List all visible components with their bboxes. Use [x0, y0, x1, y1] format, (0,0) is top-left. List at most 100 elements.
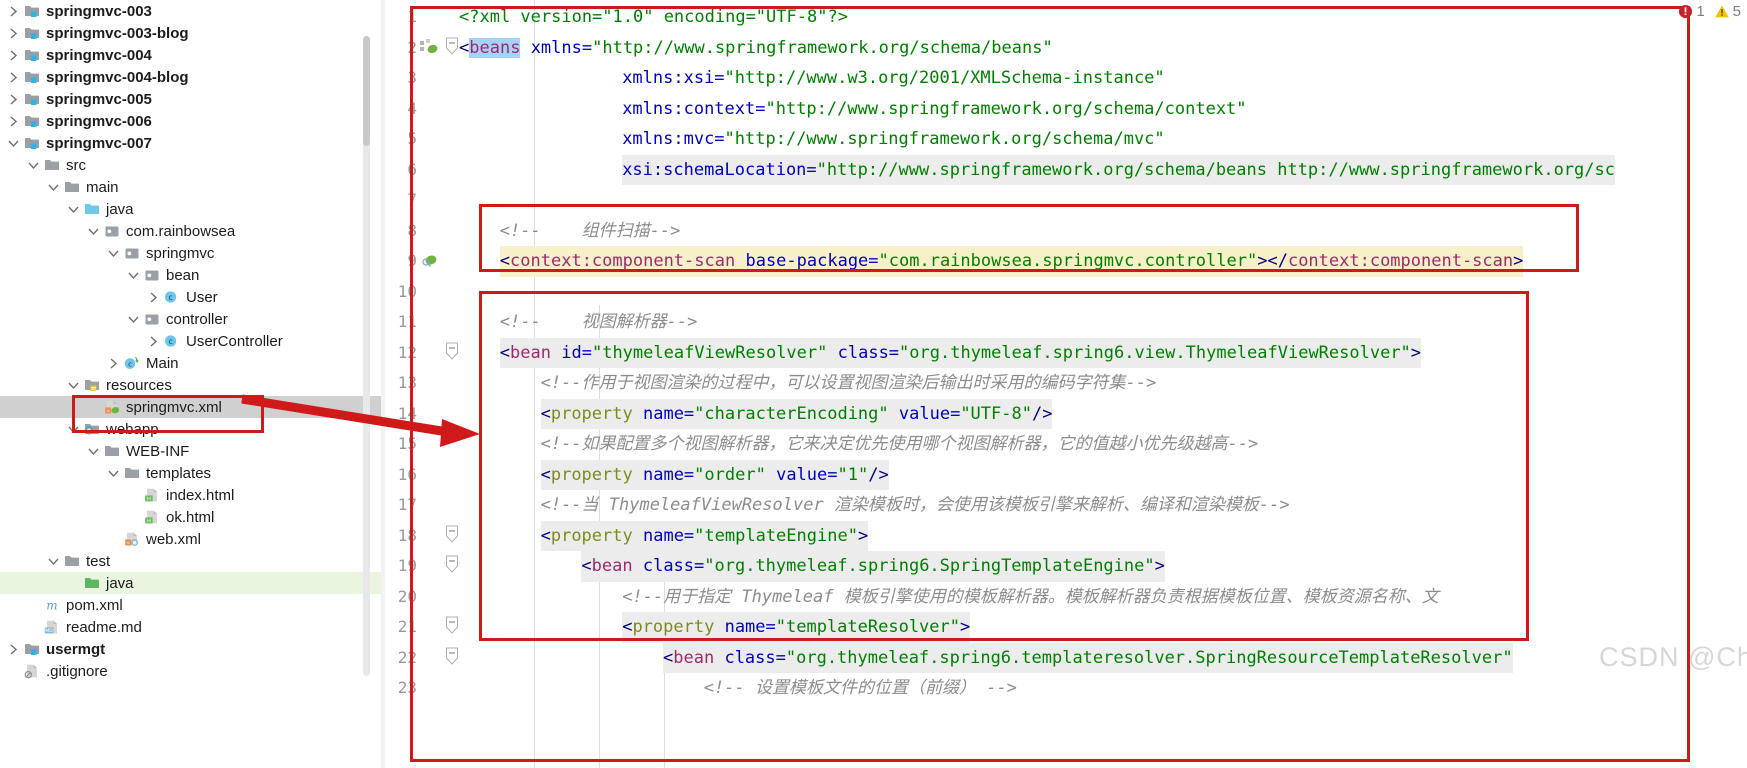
expand-arrow-icon[interactable]: [104, 357, 122, 369]
code-line-text[interactable]: <!--当 ThymeleafViewResolver 渲染模板时，会使用该模板…: [541, 490, 1290, 521]
collapse-arrow-icon[interactable]: [104, 469, 122, 478]
code-line-text[interactable]: <!--作用于视图渲染的过程中，可以设置视图渲染后输出时采用的编码字符集-->: [541, 368, 1157, 399]
tree-item-springmvc-006[interactable]: springmvc-006: [0, 110, 381, 132]
code-line[interactable]: 18 <property name="templateEngine">: [381, 520, 1747, 552]
code-line[interactable]: 9 <context:component-scan base-package="c…: [381, 246, 1747, 277]
collapse-arrow-icon[interactable]: [124, 271, 142, 280]
code-fold-toggle[interactable]: [445, 643, 459, 674]
collapse-arrow-icon[interactable]: [24, 161, 42, 170]
code-fold-toggle[interactable]: [445, 521, 459, 552]
code-line[interactable]: 8 <!-- 组件扫描-->: [381, 216, 1747, 247]
expand-arrow-icon[interactable]: [4, 643, 22, 655]
code-fold-toggle[interactable]: [445, 33, 459, 64]
collapse-arrow-icon[interactable]: [104, 249, 122, 258]
code-line-text[interactable]: <beans xmlns="http://www.springframework…: [459, 33, 1053, 64]
tree-item-usercontroller[interactable]: c UserController: [0, 330, 381, 352]
tree-item-springmvc[interactable]: springmvc: [0, 242, 381, 264]
code-fold-toggle[interactable]: [445, 551, 459, 582]
collapse-arrow-icon[interactable]: [4, 139, 22, 148]
project-tree[interactable]: springmvc-003 springmvc-003-blog springmvc…: [0, 0, 381, 682]
collapse-arrow-icon[interactable]: [64, 425, 82, 434]
code-line[interactable]: 5 xmlns:mvc="http://www.springframework.o…: [381, 124, 1747, 155]
tree-item-index-html[interactable]: Hindex.html: [0, 484, 381, 506]
code-line[interactable]: 23 <!-- 设置模板文件的位置（前缀） -->: [381, 673, 1747, 704]
code-fold-toggle[interactable]: [445, 338, 459, 369]
code-line[interactable]: 3 xmlns:xsi="http://www.w3.org/2001/XMLSc…: [381, 63, 1747, 94]
tree-item-test[interactable]: test: [0, 550, 381, 572]
tree-item-main[interactable]: main: [0, 176, 381, 198]
tree-item-main[interactable]: c Main: [0, 352, 381, 374]
code-line-text[interactable]: <context:component-scan base-package="co…: [499, 246, 1524, 277]
code-editor[interactable]: 1 <?xml version="1.0" encoding="UTF-8"?> 2…: [381, 0, 1747, 768]
tree-item-pom-xml[interactable]: m pom.xml: [0, 594, 381, 616]
error-count-badge[interactable]: 1: [1678, 3, 1705, 20]
code-line-text[interactable]: xmlns:context="http://www.springframewor…: [622, 94, 1246, 125]
expand-arrow-icon[interactable]: [4, 71, 22, 83]
code-line[interactable]: 10: [381, 277, 1747, 308]
collapse-arrow-icon[interactable]: [64, 381, 82, 390]
code-line[interactable]: 15 <!--如果配置多个视图解析器，它来决定优先使用哪个视图解析器，它的值越小优…: [381, 429, 1747, 460]
tree-item-springmvc-007[interactable]: springmvc-007: [0, 132, 381, 154]
tree-item-templates[interactable]: templates: [0, 462, 381, 484]
code-line-text[interactable]: <bean class="org.thymeleaf.spring6.Sprin…: [581, 551, 1165, 582]
collapse-arrow-icon[interactable]: [64, 205, 82, 214]
spring-scan-gutter-icon[interactable]: [419, 246, 441, 277]
code-line-text[interactable]: <bean id="thymeleafViewResolver" class="…: [499, 337, 1422, 368]
collapse-arrow-icon[interactable]: [124, 315, 142, 324]
code-line-text[interactable]: <!-- 设置模板文件的位置（前缀） -->: [704, 673, 1017, 704]
code-line-text[interactable]: <!--用于指定 Thymeleaf 模板引擎使用的模板解析器。模板解析器负责根…: [622, 582, 1439, 613]
code-line-text[interactable]: <property name="characterEncoding" value…: [540, 398, 1053, 429]
collapse-arrow-icon[interactable]: [84, 227, 102, 236]
spring-bean-gutter-icon[interactable]: [419, 33, 441, 64]
code-line-text[interactable]: xsi:schemaLocation="http://www.springfra…: [622, 154, 1615, 185]
expand-arrow-icon[interactable]: [144, 335, 162, 347]
code-line-text[interactable]: <!--如果配置多个视图解析器，它来决定优先使用哪个视图解析器，它的值越小优先级…: [541, 429, 1259, 460]
tree-item-springmvc-004-blog[interactable]: springmvc-004-blog: [0, 66, 381, 88]
tree-item-readme-md[interactable]: MD readme.md: [0, 616, 381, 638]
code-line[interactable]: 21 <property name="templateResolver">: [381, 612, 1747, 643]
code-line[interactable]: 14 <property name="characterEncoding" val…: [381, 398, 1747, 429]
tree-item-web-xml[interactable]: < web.xml: [0, 528, 381, 550]
code-line[interactable]: 16 <property name="order" value="1"/>: [381, 459, 1747, 490]
tree-item-java[interactable]: java: [0, 198, 381, 220]
expand-arrow-icon[interactable]: [4, 93, 22, 105]
code-line[interactable]: 4 xmlns:context="http://www.springframewo…: [381, 94, 1747, 125]
tree-item--gitignore[interactable]: .gitignore: [0, 660, 381, 682]
code-line[interactable]: 7: [381, 185, 1747, 216]
code-line-text[interactable]: <!-- 组件扫描-->: [500, 216, 681, 247]
code-line-text[interactable]: xmlns:mvc="http://www.springframework.or…: [622, 124, 1164, 155]
code-line-text[interactable]: <property name="templateEngine">: [540, 520, 869, 551]
warning-count-badge[interactable]: 5: [1714, 3, 1741, 20]
expand-arrow-icon[interactable]: [4, 49, 22, 61]
tree-item-springmvc-004[interactable]: springmvc-004: [0, 44, 381, 66]
code-line[interactable]: 1 <?xml version="1.0" encoding="UTF-8"?>: [381, 2, 1747, 33]
tree-item-springmvc-003[interactable]: springmvc-003: [0, 0, 381, 22]
code-line[interactable]: 22 <bean class="org.thymeleaf.spring6.tem…: [381, 642, 1747, 674]
tree-item-ok-html[interactable]: Hok.html: [0, 506, 381, 528]
tree-item-java[interactable]: java: [0, 572, 381, 594]
tree-item-com-rainbowsea[interactable]: com.rainbowsea: [0, 220, 381, 242]
tree-item-controller[interactable]: controller: [0, 308, 381, 330]
code-line[interactable]: 20 <!--用于指定 Thymeleaf 模板引擎使用的模板解析器。模板解析器负…: [381, 582, 1747, 613]
code-line-text[interactable]: <!-- 视图解析器-->: [500, 307, 698, 338]
collapse-arrow-icon[interactable]: [44, 557, 62, 566]
code-line[interactable]: 2 <beans xmlns="http://www.springframewor…: [381, 33, 1747, 64]
expand-arrow-icon[interactable]: [144, 291, 162, 303]
tree-item-src[interactable]: src: [0, 154, 381, 176]
code-line-text[interactable]: <bean class="org.thymeleaf.spring6.templ…: [663, 642, 1513, 673]
expand-arrow-icon[interactable]: [4, 27, 22, 39]
tree-item-user[interactable]: c User: [0, 286, 381, 308]
tree-item-usermgt[interactable]: usermgt: [0, 638, 381, 660]
code-line[interactable]: 19 <bean class="org.thymeleaf.spring6.Spr…: [381, 551, 1747, 582]
tree-item-springmvc-003-blog[interactable]: springmvc-003-blog: [0, 22, 381, 44]
code-line[interactable]: 11 <!-- 视图解析器-->: [381, 307, 1747, 338]
tree-item-springmvc-005[interactable]: springmvc-005: [0, 88, 381, 110]
code-line-text[interactable]: <property name="order" value="1"/>: [540, 459, 889, 490]
sidebar-scrollbar-track[interactable]: [363, 36, 370, 676]
code-line[interactable]: 6 xsi:schemaLocation="http://www.springfr…: [381, 154, 1747, 185]
expand-arrow-icon[interactable]: [4, 5, 22, 17]
code-line-text[interactable]: xmlns:xsi="http://www.w3.org/2001/XMLSch…: [622, 63, 1164, 94]
tree-item-bean[interactable]: bean: [0, 264, 381, 286]
code-line[interactable]: 17 <!--当 ThymeleafViewResolver 渲染模板时，会使用该…: [381, 490, 1747, 521]
inspection-status[interactable]: 1 5: [1678, 3, 1741, 20]
